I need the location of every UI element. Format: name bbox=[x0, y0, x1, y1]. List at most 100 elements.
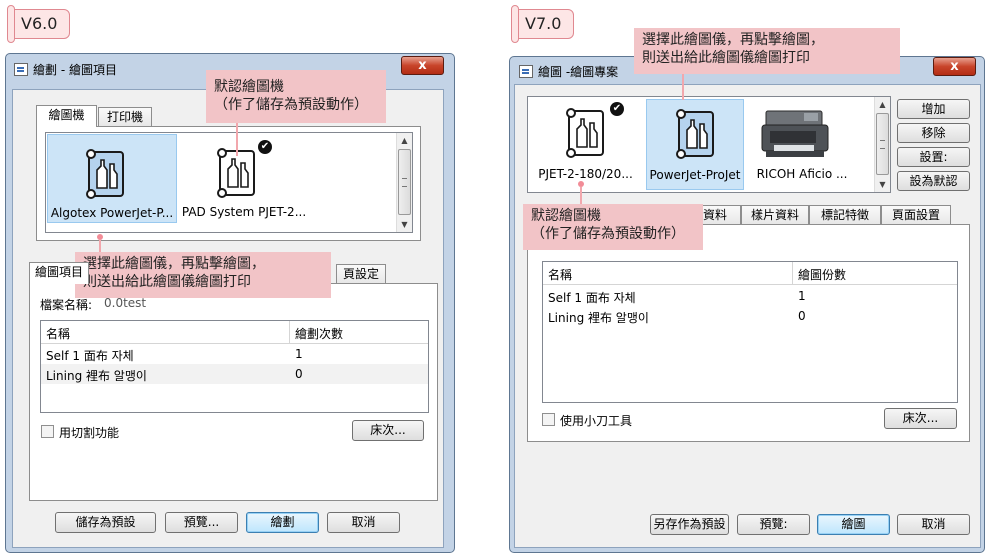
callout-line: 默認繪圖機 bbox=[214, 79, 284, 95]
callout-connector bbox=[682, 74, 684, 100]
row-count: 1 bbox=[295, 347, 303, 361]
plot-button[interactable]: 繪圖 bbox=[817, 514, 890, 535]
scroll-thumb[interactable] bbox=[398, 149, 411, 215]
scroll-up-icon[interactable]: ▲ bbox=[875, 97, 890, 112]
version-label: V6.0 bbox=[21, 14, 58, 33]
add-button[interactable]: 增加 bbox=[897, 99, 970, 119]
close-button[interactable]: x bbox=[401, 56, 444, 75]
row-count: 0 bbox=[798, 309, 806, 323]
table-row[interactable]: Lining 裡布 알맹이 0 bbox=[41, 364, 428, 384]
save-default-button[interactable]: 儲存為預設 bbox=[55, 512, 156, 533]
file-name-value: 0.0test bbox=[104, 296, 147, 310]
device-list-scrollbar[interactable]: ▲ ▼ bbox=[396, 133, 412, 232]
plot-dialog-v6: 繪劃 - 繪圖項目 x 繪圖機 打印機 Algotex PowerJet-P..… bbox=[5, 53, 455, 553]
set-default-button[interactable]: 設為默認 bbox=[897, 171, 970, 191]
plotter-icon bbox=[676, 109, 714, 159]
version-label: V7.0 bbox=[525, 14, 562, 33]
scroll-up-icon[interactable]: ▲ bbox=[397, 133, 412, 148]
cancel-button[interactable]: 取消 bbox=[897, 514, 970, 535]
tab-page-setup[interactable]: 頁面設置 bbox=[881, 205, 951, 225]
knife-tool-checkbox-label: 使用小刀工具 bbox=[560, 414, 633, 428]
preview-button[interactable]: 預覽: bbox=[737, 514, 810, 535]
app-icon bbox=[14, 63, 28, 76]
tab-plot-items[interactable]: 繪圖項目 bbox=[29, 262, 89, 284]
row-count: 0 bbox=[295, 367, 303, 381]
cutting-checkbox-label: 用切割功能 bbox=[59, 426, 120, 440]
version-tag-v7: V7.0 bbox=[511, 5, 574, 43]
printer-label: PJET-2-180/20... bbox=[538, 167, 633, 181]
callout-line: （作了儲存為預設動作） bbox=[214, 97, 368, 113]
callout-line: 則送出給此繪圖儀繪圖打印 bbox=[83, 274, 251, 290]
knife-tool-checkbox[interactable] bbox=[542, 413, 555, 426]
callout-line: 默認繪圖機 bbox=[531, 208, 601, 224]
plot-items-table: 名稱 繪圖份數 Self 1 面布 자체 1 Lining 裡布 알맹이 0 bbox=[542, 261, 958, 403]
table-header: 名稱 繪劃次數 bbox=[41, 321, 428, 344]
device-list: ✔ PJET-2-180/20... PowerJet-ProJet RICOH… bbox=[527, 96, 891, 193]
row-name: Self 1 面布 자체 bbox=[548, 291, 636, 305]
preview-button[interactable]: 預覽... bbox=[165, 512, 238, 533]
printer-item-powerjet[interactable]: PowerJet-ProJet bbox=[646, 99, 744, 190]
printer-label: RICOH Aficio ... bbox=[756, 167, 848, 181]
row-name: Self 1 面布 자체 bbox=[46, 349, 134, 363]
table-row[interactable]: Lining 裡布 알맹이 0 bbox=[543, 306, 957, 326]
printer-item-pjet[interactable]: ✔ PJET-2-180/20... bbox=[531, 99, 640, 190]
dialog-body: 繪圖機 打印機 Algotex PowerJet-P... ✔ PAD Syst… bbox=[12, 89, 444, 548]
remove-button[interactable]: 移除 bbox=[897, 123, 970, 143]
default-check-icon: ✔ bbox=[610, 102, 624, 116]
select-plotter-callout: 選擇此繪圖儀，再點擊繪圖， 則送出給此繪圖儀繪圖打印 bbox=[75, 252, 331, 298]
plot-dialog-v7: 繪圖 -繪圖專案 x ✔ PJET-2-180/20... PowerJet-P… bbox=[509, 56, 985, 553]
table-row[interactable]: Self 1 面布 자체 1 bbox=[543, 286, 957, 306]
settings-button[interactable]: 設置: bbox=[897, 147, 970, 167]
tab-printer[interactable]: 打印機 bbox=[98, 107, 152, 127]
file-name-label: 檔案名稱: bbox=[40, 298, 93, 312]
dialog-body: ✔ PJET-2-180/20... PowerJet-ProJet RICOH… bbox=[514, 84, 981, 548]
callout-line: 選擇此繪圖儀，再點擊繪圖， bbox=[642, 32, 824, 48]
cutting-checkbox[interactable] bbox=[41, 425, 54, 438]
scroll-down-icon[interactable]: ▼ bbox=[875, 177, 890, 192]
callout-connector bbox=[580, 187, 582, 204]
table-row[interactable]: Self 1 面布 자체 1 bbox=[41, 344, 428, 364]
plot-items-panel: 名稱 繪圖份數 Self 1 面布 자체 1 Lining 裡布 알맹이 0 使… bbox=[527, 224, 970, 442]
plotter-icon bbox=[217, 148, 255, 198]
tab-sample-data[interactable]: 樣片資料 bbox=[741, 205, 809, 225]
column-header-count: 繪劃次數 bbox=[295, 327, 344, 341]
tab-page-setup[interactable]: 頁設定 bbox=[336, 264, 386, 284]
close-button[interactable]: x bbox=[933, 57, 976, 76]
row-count: 1 bbox=[798, 289, 806, 303]
app-icon bbox=[519, 65, 533, 78]
cancel-button[interactable]: 取消 bbox=[327, 512, 400, 533]
tab-marker-features[interactable]: 標記特徵 bbox=[809, 205, 881, 225]
plot-items-table: 名稱 繪劃次數 Self 1 面布 자체 1 Lining 裡布 알맹이 0 bbox=[40, 320, 429, 413]
printer-item-algotex[interactable]: Algotex PowerJet-P... bbox=[47, 134, 177, 223]
device-list-scrollbar[interactable]: ▲ ▼ bbox=[874, 97, 890, 192]
device-list: Algotex PowerJet-P... ✔ PAD System PJET-… bbox=[45, 132, 413, 233]
bed-button[interactable]: 床次... bbox=[884, 408, 957, 429]
plot-items-panel: 檔案名稱: 0.0test 名稱 繪劃次數 Self 1 面布 자체 1 Lin… bbox=[29, 283, 438, 501]
window-title: 繪圖 -繪圖專案 bbox=[538, 65, 619, 79]
plot-button[interactable]: 繪劃 bbox=[246, 512, 319, 533]
version-tag-v6: V6.0 bbox=[7, 5, 70, 43]
column-header-name: 名稱 bbox=[548, 268, 573, 282]
row-name: Lining 裡布 알맹이 bbox=[548, 311, 649, 325]
printer-icon bbox=[761, 110, 829, 157]
scroll-down-icon[interactable]: ▼ bbox=[397, 217, 412, 232]
tab-plotter[interactable]: 繪圖機 bbox=[36, 105, 97, 127]
callout-line: 則送出給此繪圖儀繪圖打印 bbox=[642, 50, 810, 66]
select-plotter-callout: 選擇此繪圖儀，再點擊繪圖， 則送出給此繪圖儀繪圖打印 bbox=[634, 28, 900, 74]
device-panel: Algotex PowerJet-P... ✔ PAD System PJET-… bbox=[36, 126, 421, 241]
save-as-default-button[interactable]: 另存作為預設 bbox=[650, 514, 729, 535]
printer-item-ricoh[interactable]: RICOH Aficio ... bbox=[748, 99, 856, 190]
callout-connector bbox=[99, 240, 101, 252]
printer-label: PowerJet-ProJet bbox=[649, 168, 741, 182]
callout-connector bbox=[236, 123, 238, 156]
column-header-name: 名稱 bbox=[46, 327, 71, 341]
scroll-thumb[interactable] bbox=[876, 113, 889, 175]
printer-label: Algotex PowerJet-P... bbox=[50, 206, 174, 220]
callout-line: （作了儲存為預設動作） bbox=[531, 226, 685, 242]
table-header: 名稱 繪圖份數 bbox=[543, 262, 957, 285]
printer-label: PAD System PJET-2... bbox=[181, 205, 307, 219]
bed-button[interactable]: 床次... bbox=[352, 420, 424, 441]
default-plotter-callout: 默認繪圖機 （作了儲存為預設動作） bbox=[206, 70, 386, 123]
printer-item-pad-system[interactable]: ✔ PAD System PJET-2... bbox=[179, 134, 309, 223]
callout-line: 選擇此繪圖儀，再點擊繪圖， bbox=[83, 256, 265, 272]
